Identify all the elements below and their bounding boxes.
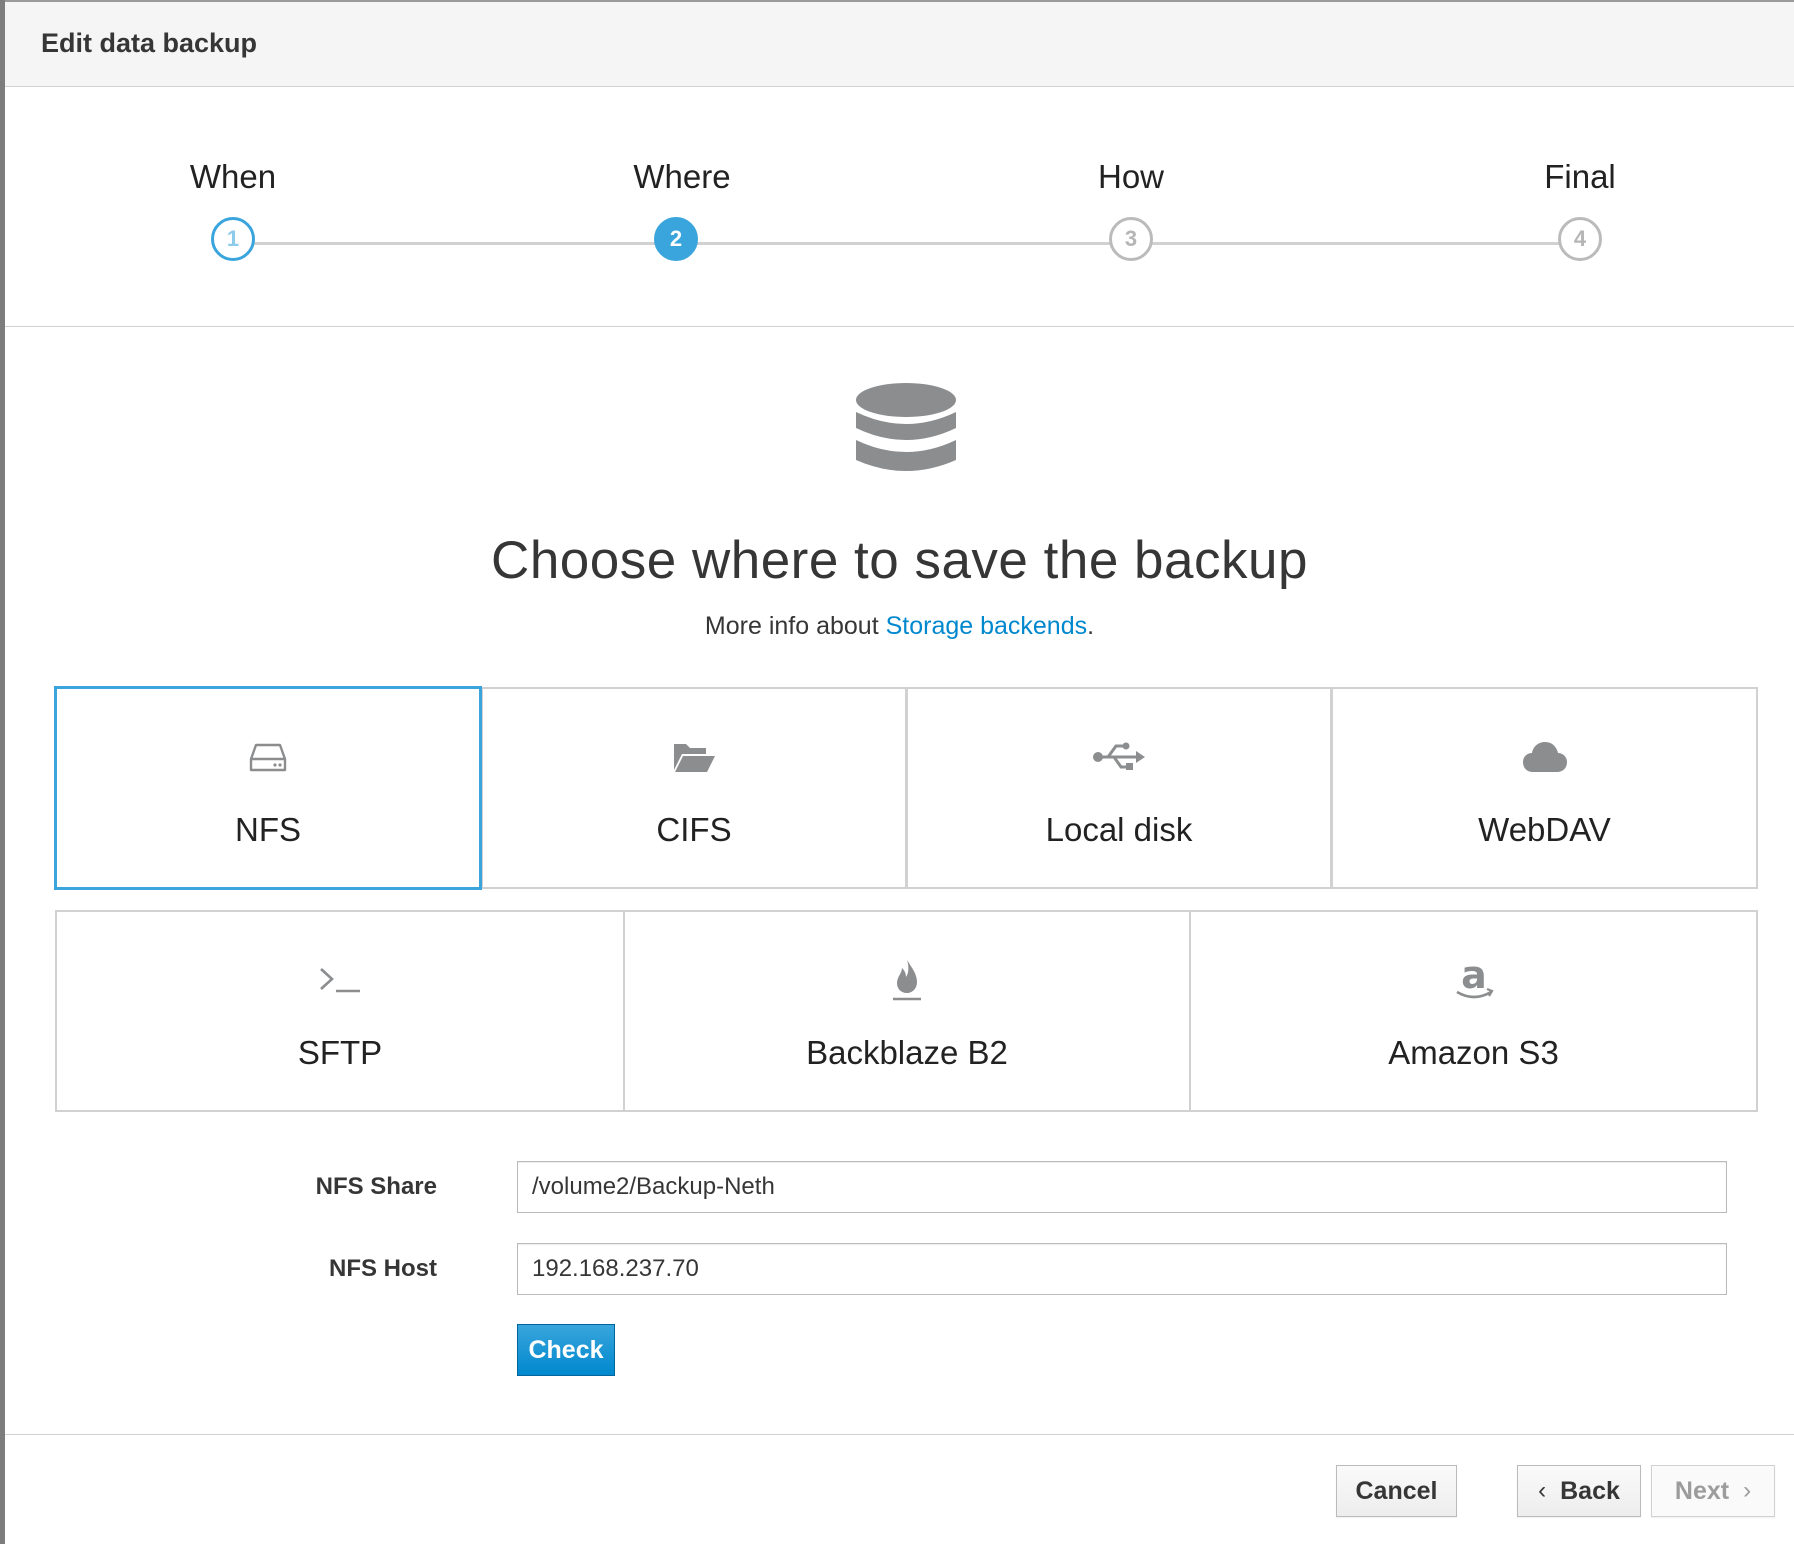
step-connector [233, 242, 676, 245]
backend-card-cifs[interactable]: CIFS [481, 687, 907, 889]
step-circle-2[interactable]: 2 [654, 217, 698, 261]
info-prefix: More info about [704, 612, 886, 640]
step-label-final: Final [1544, 158, 1616, 195]
page-title: Choose where to save the backup [491, 531, 1308, 590]
step-circle-4: 4 [1558, 217, 1602, 261]
folder-open-icon [483, 735, 905, 779]
amazon-icon: a [1191, 958, 1756, 1002]
step-connector [1131, 242, 1580, 245]
nfs-host-input[interactable] [517, 1243, 1727, 1295]
backend-card-nfs[interactable]: NFS [54, 686, 482, 890]
step-circle-3: 3 [1109, 217, 1153, 261]
nfs-share-label: NFS Share [315, 1173, 437, 1200]
step-label-where[interactable]: Where [633, 158, 730, 196]
dialog-title: Edit data backup [41, 28, 258, 58]
backend-label: Backblaze B2 [806, 1034, 1008, 1071]
backend-label: NFS [235, 811, 301, 848]
backend-label: Local disk [1045, 811, 1193, 848]
check-button[interactable]: Check [517, 1324, 615, 1376]
backend-card-backblaze-b2[interactable]: Backblaze B2 [623, 910, 1191, 1112]
backend-card-amazon-s3[interactable]: a Amazon S3 [1189, 910, 1758, 1112]
chevron-left-icon: ‹ [1538, 1477, 1547, 1504]
step-label-how: How [1097, 158, 1165, 195]
nfs-share-input[interactable] [517, 1161, 1727, 1213]
nfs-host-label: NFS Host [329, 1255, 437, 1282]
flame-icon [625, 958, 1189, 1002]
usb-icon [908, 735, 1330, 779]
edit-backup-dialog: Edit data backup When Where How Final 1 … [0, 0, 1794, 1545]
info-suffix: . [1087, 612, 1095, 640]
backend-label: Amazon S3 [1388, 1034, 1559, 1071]
step-connector [676, 242, 1131, 245]
step-label-when[interactable]: When [190, 158, 276, 196]
next-label: Next [1674, 1476, 1730, 1505]
step-circle-1[interactable]: 1 [211, 217, 255, 261]
storage-backends-link[interactable]: Storage backends [886, 612, 1088, 640]
storage-info-line: More info about Storage backends. [5, 612, 1794, 641]
cloud-icon [1333, 735, 1756, 779]
cancel-button[interactable]: Cancel [1336, 1465, 1457, 1517]
database-icon [856, 383, 956, 471]
backend-card-local-disk[interactable]: Local disk [906, 687, 1332, 889]
chevron-right-icon: › [1743, 1477, 1752, 1504]
backend-label: WebDAV [1478, 811, 1611, 848]
hdd-icon [57, 735, 479, 779]
dialog-header: Edit data backup [5, 2, 1794, 87]
backend-card-webdav[interactable]: WebDAV [1331, 687, 1758, 889]
terminal-icon [57, 958, 623, 1002]
back-label: Back [1560, 1476, 1620, 1505]
back-button[interactable]: ‹ Back [1517, 1465, 1641, 1517]
cancel-label: Cancel [1355, 1476, 1438, 1505]
backend-label: CIFS [656, 811, 732, 848]
svg-text:a: a [1461, 958, 1487, 997]
wizard-steps: When Where How Final 1 2 3 4 [5, 86, 1794, 327]
backend-card-sftp[interactable]: SFTP [55, 910, 625, 1112]
backend-label: SFTP [297, 1034, 383, 1071]
next-button[interactable]: Next › [1651, 1465, 1775, 1517]
